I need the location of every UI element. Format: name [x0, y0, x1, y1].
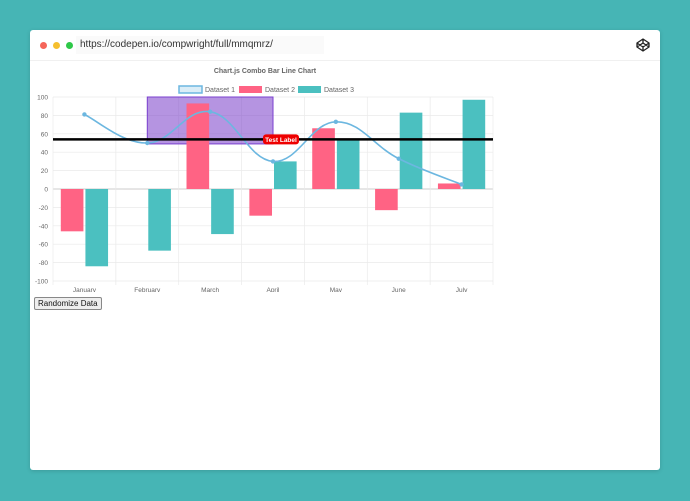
y-tick-label: 0: [44, 187, 48, 194]
bar-dataset2: [375, 189, 398, 211]
legend-swatch: [178, 85, 203, 94]
bar-dataset3: [274, 161, 297, 189]
x-tick-label: April: [266, 287, 280, 292]
bar-dataset2: [312, 128, 335, 189]
bar-dataset3: [85, 189, 109, 267]
browser-titlebar: https://codepen.io/compwright/full/mmqmr…: [30, 30, 660, 61]
y-tick-label: 60: [41, 131, 49, 138]
bar-dataset3: [148, 189, 171, 251]
address-bar-url[interactable]: https://codepen.io/compwright/full/mmqmr…: [76, 36, 324, 54]
maximize-window-dot[interactable]: [66, 42, 73, 49]
point-dataset1: [270, 159, 276, 164]
bar-dataset2: [60, 189, 84, 232]
y-tick-label: -100: [35, 279, 48, 286]
point-dataset1: [459, 182, 464, 187]
bar-dataset3: [211, 189, 234, 235]
randomize-data-button[interactable]: Randomize Data: [34, 297, 102, 310]
bar-dataset3: [336, 139, 360, 189]
bar-dataset2: [437, 183, 461, 189]
legend-label: Dataset 2: [265, 87, 295, 94]
bar-dataset3: [462, 99, 486, 189]
codepen-icon[interactable]: [636, 38, 650, 52]
x-tick-label: June: [392, 287, 406, 292]
legend-label: Dataset 3: [324, 87, 354, 94]
x-tick-label: January: [73, 287, 97, 292]
minimize-window-dot[interactable]: [53, 42, 60, 49]
y-tick-label: 80: [41, 113, 49, 120]
bar-dataset3: [399, 112, 423, 189]
x-tick-label: July: [456, 287, 468, 292]
close-window-dot[interactable]: [40, 42, 47, 49]
x-tick-label: May: [330, 287, 343, 292]
point-dataset1: [207, 109, 213, 114]
y-tick-label: 100: [37, 95, 48, 102]
annotation-label: Test Label: [265, 137, 297, 144]
browser-window: https://codepen.io/compwright/full/mmqmr…: [30, 30, 660, 470]
point-dataset1: [145, 140, 150, 146]
y-tick-label: -80: [39, 260, 49, 267]
bar-dataset2: [249, 189, 272, 216]
point-dataset1: [333, 119, 339, 125]
legend-swatch: [239, 86, 262, 93]
point-dataset1: [396, 156, 401, 161]
y-tick-label: -60: [39, 242, 49, 249]
combo-chart: Chart.js Combo Bar Line Chart Dataset 1 Da…: [35, 68, 494, 292]
y-tick-label: 40: [41, 150, 49, 157]
x-tick-label: March: [201, 287, 219, 292]
point-dataset1: [82, 112, 87, 117]
chart-title: Chart.js Combo Bar Line Chart: [214, 68, 317, 75]
legend-label: Dataset 1: [205, 87, 235, 94]
y-tick-label: 20: [41, 168, 49, 175]
y-tick-label: -20: [39, 205, 49, 212]
y-tick-label: -40: [39, 223, 49, 230]
x-tick-label: February: [134, 287, 161, 292]
legend-swatch: [298, 86, 321, 93]
